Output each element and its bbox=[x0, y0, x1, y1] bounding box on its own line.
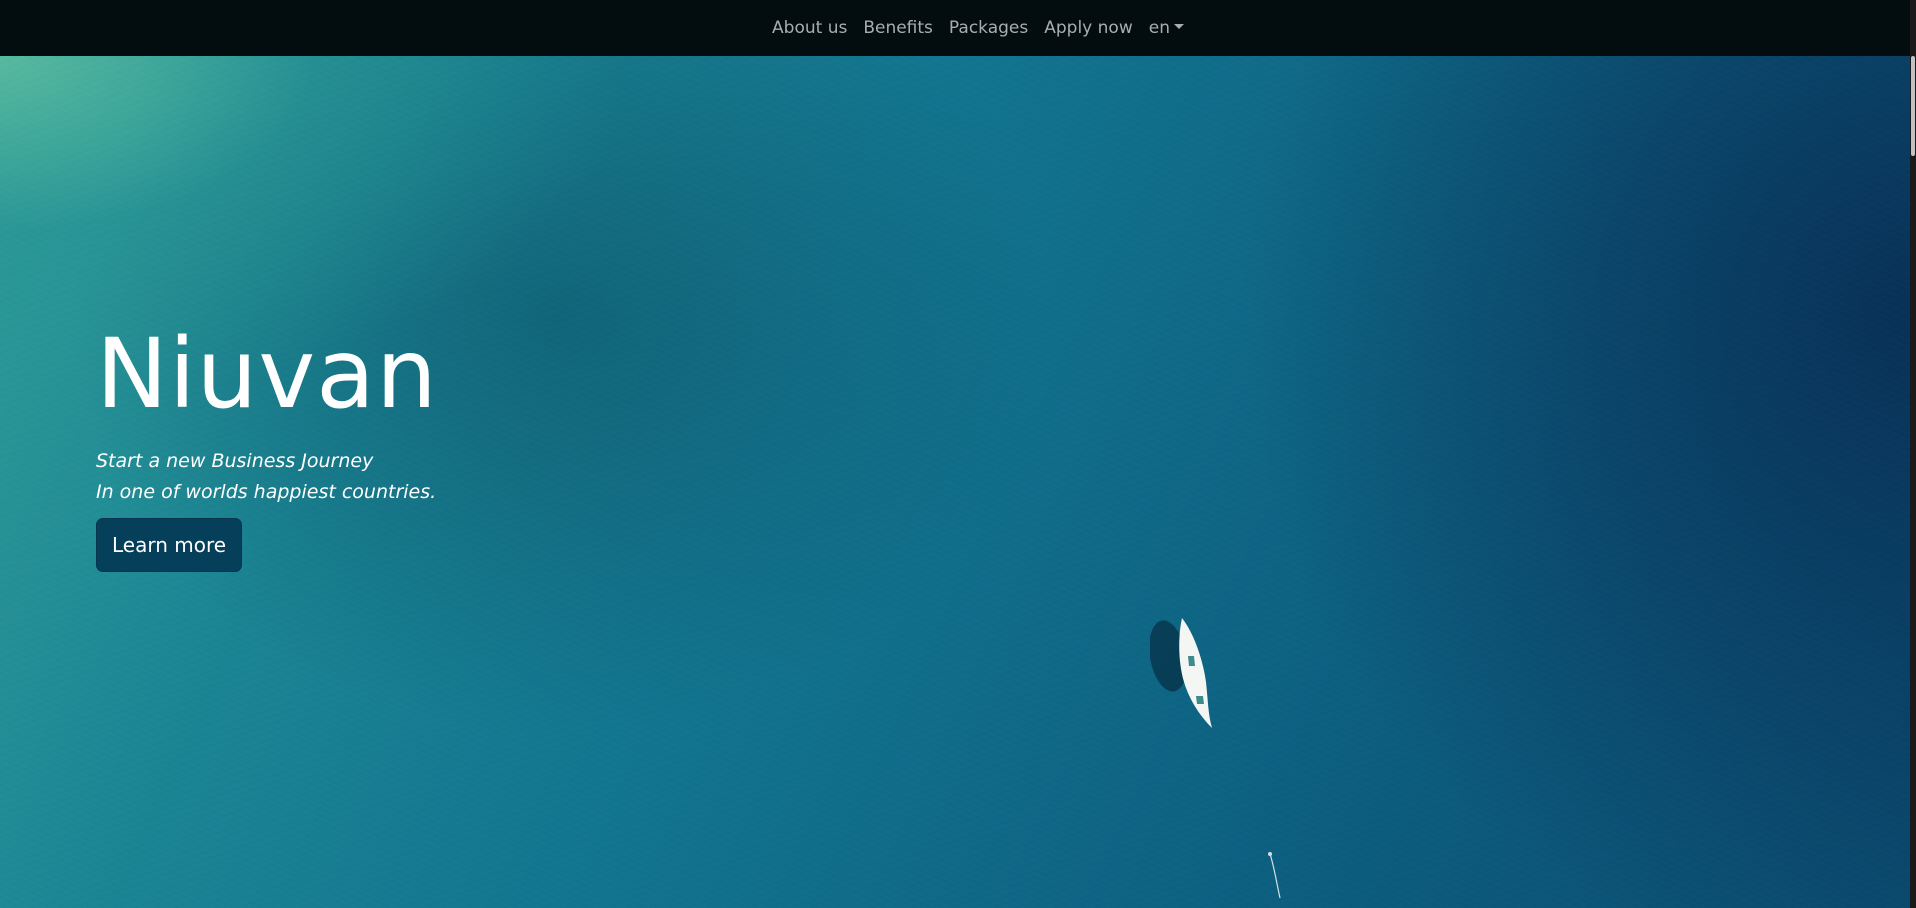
boat-icon bbox=[1150, 618, 1212, 728]
page: About us Benefits Packages Apply now en … bbox=[0, 0, 1916, 908]
nav-link-packages[interactable]: Packages bbox=[949, 18, 1028, 38]
hero-section: Niuvan Start a new Business Journey In o… bbox=[0, 56, 1916, 908]
nav-link-apply-now[interactable]: Apply now bbox=[1044, 18, 1132, 38]
learn-more-button[interactable]: Learn more bbox=[96, 518, 243, 572]
nav-link-about-us[interactable]: About us bbox=[772, 18, 847, 38]
rope-floats-icon bbox=[1268, 852, 1281, 899]
hero-title: Niuvan bbox=[96, 318, 438, 430]
hero-content: Niuvan Start a new Business Journey In o… bbox=[96, 326, 438, 572]
hero-subtitle: Start a new Business Journey In one of w… bbox=[96, 446, 438, 508]
top-navbar: About us Benefits Packages Apply now en bbox=[0, 0, 1916, 56]
hero-subtitle-line-1: Start a new Business Journey bbox=[96, 450, 374, 472]
caret-down-icon bbox=[1173, 23, 1184, 29]
language-dropdown[interactable]: en bbox=[1149, 18, 1184, 38]
scrollbar-thumb[interactable] bbox=[1911, 56, 1915, 156]
page-scrollbar[interactable] bbox=[1910, 0, 1916, 908]
nav-menu: About us Benefits Packages Apply now en bbox=[772, 18, 1184, 38]
nav-link-benefits[interactable]: Benefits bbox=[863, 18, 933, 38]
hero-subtitle-line-2: In one of worlds happiest countries. bbox=[96, 481, 437, 503]
language-label: en bbox=[1148, 18, 1170, 38]
